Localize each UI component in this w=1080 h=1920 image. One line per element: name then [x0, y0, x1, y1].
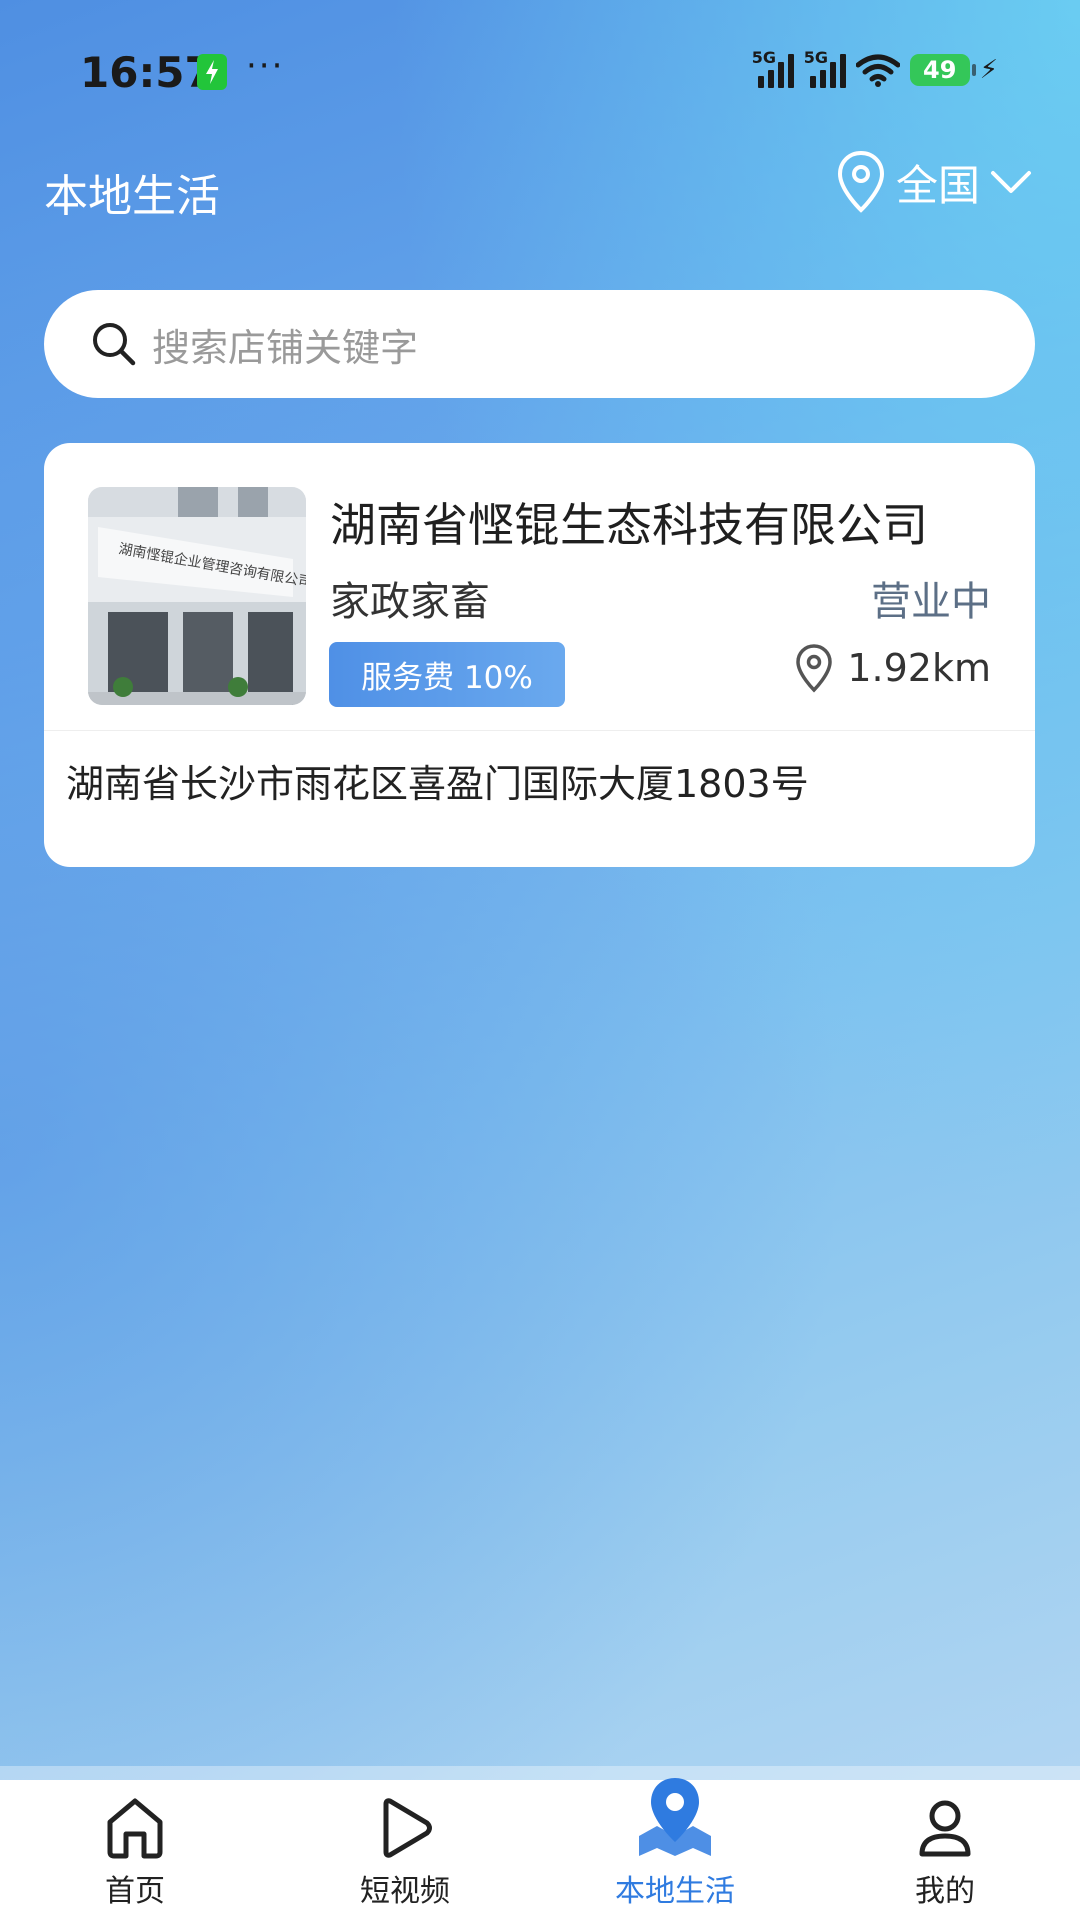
distance-value: 1.92km — [847, 646, 991, 690]
nav-label-local-life: 本地生活 — [615, 1874, 735, 1909]
search-placeholder: 搜索店铺关键字 — [152, 325, 419, 370]
nav-label-mine: 我的 — [915, 1874, 975, 1909]
chevron-down-icon — [991, 171, 1031, 193]
charging-app-icon — [197, 54, 227, 90]
background-gradient — [0, 0, 1080, 1920]
shop-distance: 1.92km — [795, 643, 991, 693]
shop-name: 湖南省悭锟生态科技有限公司 — [330, 498, 928, 552]
nav-item-home[interactable]: 首页 — [0, 1780, 270, 1920]
wifi-icon — [855, 54, 900, 87]
shop-category: 家政家畜 — [330, 579, 490, 625]
nav-label-home: 首页 — [105, 1874, 165, 1909]
bottom-navigation: 首页 短视频 本地生活 我的 — [0, 1778, 1080, 1920]
search-icon — [93, 323, 136, 366]
play-icon — [374, 1780, 436, 1860]
nav-item-short-video[interactable]: 短视频 — [270, 1780, 540, 1920]
nav-separator — [0, 1766, 1080, 1780]
shop-address: 湖南省长沙市雨花区喜盈门国际大厦1803号 — [66, 762, 809, 806]
home-icon — [104, 1780, 166, 1860]
more-notifications-icon: ··· — [246, 46, 285, 86]
status-time: 16:57 — [80, 48, 214, 97]
shop-photo: 湖南悭锟企业管理咨询有限公司 — [88, 487, 306, 705]
nav-label-short-video: 短视频 — [360, 1874, 450, 1909]
search-input[interactable]: 搜索店铺关键字 — [44, 290, 1035, 398]
signal-icon-1: 5G — [752, 48, 794, 88]
open-status: 营业中 — [871, 579, 991, 625]
location-pin-icon — [796, 644, 833, 693]
signal-icon-2: 5G — [804, 48, 846, 88]
shop-card[interactable]: 湖南悭锟企业管理咨询有限公司 湖南省悭锟生态科技有限公司 家政家畜 营业中 服务… — [44, 443, 1035, 867]
map-pin-icon — [635, 1762, 715, 1860]
service-fee-badge: 服务费 10% — [329, 642, 565, 707]
location-label: 全国 — [895, 160, 980, 210]
charging-bolt-icon: ⚡ — [979, 55, 998, 85]
battery-icon: 49 — [909, 54, 976, 86]
location-selector[interactable]: 全国 — [836, 150, 1032, 214]
page-title: 本地生活 — [44, 171, 220, 222]
status-indicators: 5G 5G 49 ⚡ — [752, 48, 998, 90]
nav-item-local-life[interactable]: 本地生活 — [540, 1778, 810, 1920]
divider — [44, 730, 1035, 731]
location-pin-icon — [837, 150, 884, 213]
user-icon — [914, 1780, 976, 1860]
nav-item-mine[interactable]: 我的 — [810, 1780, 1080, 1920]
status-bar: 16:57 ··· 5G 5G 49 ⚡ — [0, 0, 1080, 140]
